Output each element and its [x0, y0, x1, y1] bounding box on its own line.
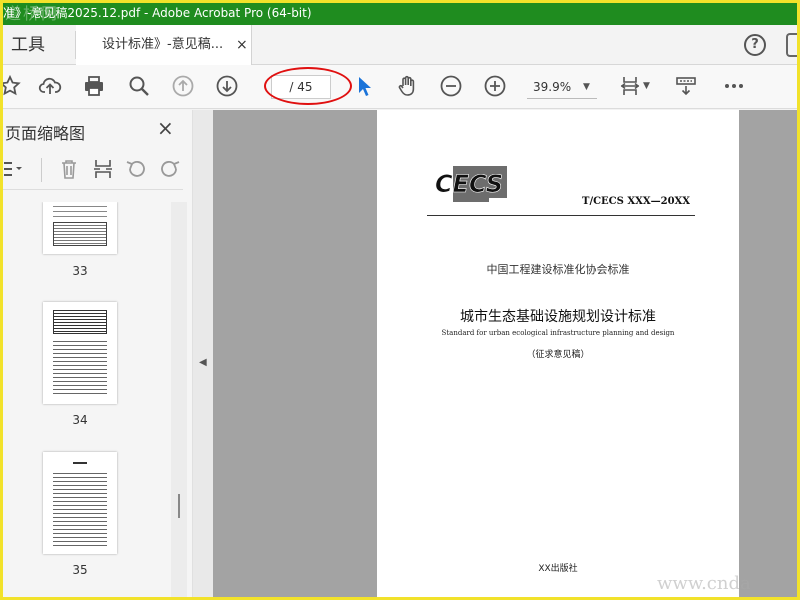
extract-pages-icon[interactable] — [88, 154, 118, 184]
watermark-top: 道桥网 — [5, 4, 60, 23]
page-fit-icon[interactable] — [615, 71, 645, 101]
tab-document[interactable]: 设计标准》-意见稿... × — [76, 25, 252, 65]
tab-close-icon[interactable]: × — [236, 25, 248, 65]
help-icon[interactable]: ? — [744, 34, 766, 56]
document-title-en: Standard for urban ecological infrastruc… — [441, 329, 675, 337]
thumbnail-label: 34 — [72, 413, 88, 427]
more-icon[interactable] — [719, 71, 749, 101]
bookmark-star-icon[interactable] — [3, 71, 25, 101]
panel-title: 页面缩略图 — [5, 124, 86, 143]
hand-icon[interactable] — [392, 71, 422, 101]
panel-close-icon[interactable]: × — [157, 116, 174, 140]
account-icon[interactable] — [786, 33, 797, 57]
page-thumbnail[interactable] — [43, 302, 117, 404]
watermark-bottom: www.cnda — [657, 573, 751, 594]
chevron-down-icon[interactable]: ▼ — [643, 81, 650, 91]
rotate-right-icon[interactable] — [155, 154, 185, 184]
scroll-mode-icon[interactable] — [671, 71, 701, 101]
page-thumbnail[interactable] — [43, 202, 117, 254]
zoom-in-icon[interactable] — [480, 71, 510, 101]
highlight-ellipse — [264, 67, 352, 105]
print-icon[interactable] — [79, 71, 109, 101]
title-bar: 准》-意见稿2025.12.pdf - Adobe Acrobat Pro (6… — [3, 3, 797, 25]
document-viewport[interactable]: CECS T/CECS XXX—20XX 中国工程建设标准化协会标准 城市生态基… — [213, 110, 797, 597]
panel-toolbar — [3, 148, 183, 190]
chevron-down-icon[interactable]: ▼ — [583, 75, 590, 99]
delete-icon[interactable] — [54, 154, 84, 184]
svg-text:CECS: CECS — [435, 170, 503, 198]
tab-bar: 工具 设计标准》-意见稿... × ? — [3, 25, 797, 65]
association-name: 中国工程建设标准化协会标准 — [486, 263, 630, 276]
zoom-level-value: 39.9% — [533, 80, 572, 94]
zoom-out-icon[interactable] — [436, 71, 466, 101]
document-title-cn: 城市生态基础设施规划设计标准 — [460, 309, 656, 325]
scrollbar-thumb[interactable] — [178, 494, 180, 518]
panel-collapse-gutter[interactable] — [193, 110, 213, 597]
scrollbar-track[interactable] — [171, 202, 187, 597]
upload-cloud-icon[interactable] — [35, 71, 65, 101]
collapse-left-icon[interactable]: ◀ — [199, 357, 207, 368]
tab-document-label: 设计标准》-意见稿... — [102, 37, 224, 52]
thumbnail-label: 33 — [72, 264, 88, 278]
document-page: CECS T/CECS XXX—20XX 中国工程建设标准化协会标准 城市生态基… — [377, 110, 739, 597]
draft-label: （征求意见稿） — [526, 350, 590, 360]
app-window: 准》-意见稿2025.12.pdf - Adobe Acrobat Pro (6… — [0, 0, 800, 600]
main-toolbar: / 45 39.9% ▼ ▼ — [3, 65, 797, 109]
page-down-icon[interactable] — [212, 71, 242, 101]
toolbar-divider — [41, 158, 42, 182]
select-cursor-icon[interactable] — [349, 71, 379, 101]
header-rule — [427, 215, 695, 216]
thumbnails-panel: 页面缩略图 × 33 34 35 — [3, 110, 193, 597]
standard-code: T/CECS XXX—20XX — [582, 196, 691, 207]
page-thumbnail[interactable] — [43, 452, 117, 554]
thumbnail-list[interactable]: 33 34 35 — [3, 202, 188, 597]
options-menu-icon[interactable] — [3, 154, 27, 184]
cecs-logo: CECS — [435, 166, 507, 202]
zoom-search-icon[interactable] — [124, 71, 154, 101]
page-up-icon[interactable] — [168, 71, 198, 101]
tab-tools[interactable]: 工具 — [11, 25, 55, 65]
rotate-left-icon[interactable] — [121, 154, 151, 184]
thumbnail-label: 35 — [72, 563, 88, 577]
